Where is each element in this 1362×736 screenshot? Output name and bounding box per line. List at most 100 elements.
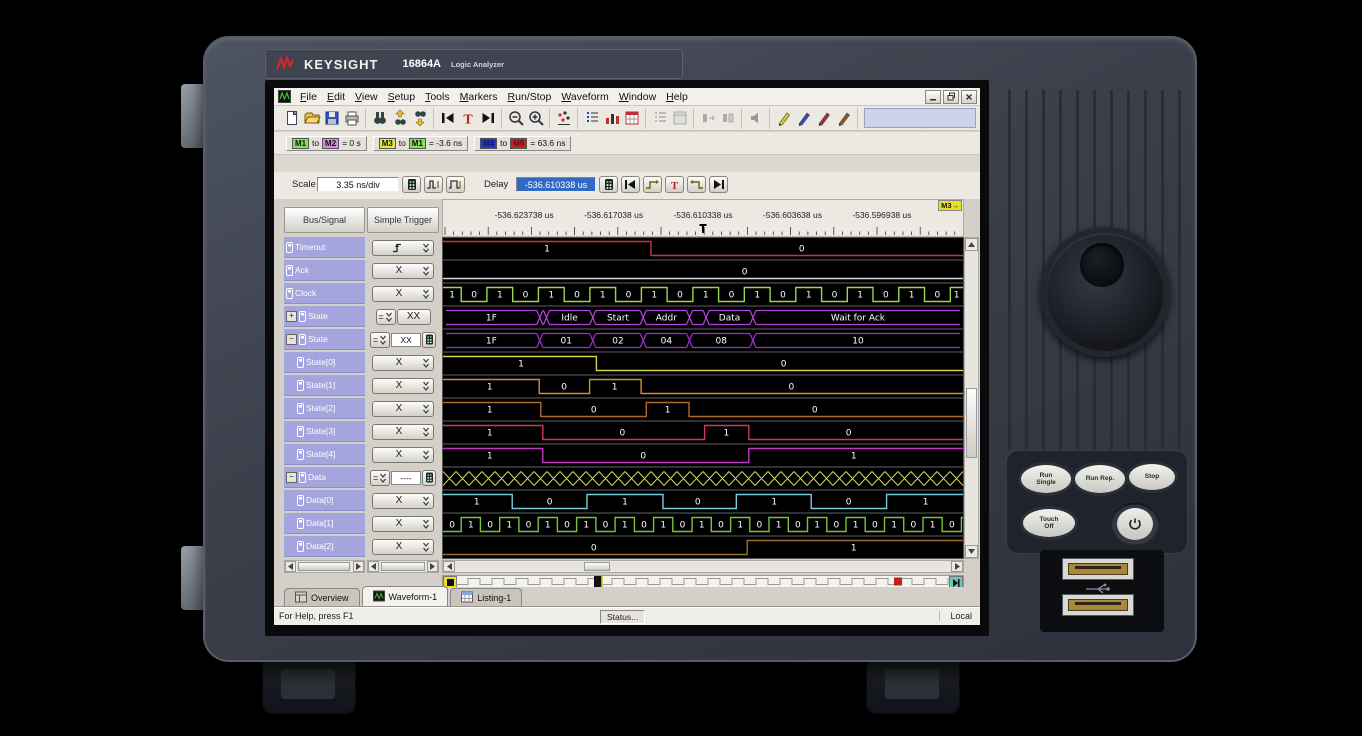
go-to-end-button[interactable]: [709, 176, 728, 193]
signal-row-timeout[interactable]: Timeout: [284, 237, 365, 258]
save-icon[interactable]: [322, 109, 341, 128]
trigger-value-input[interactable]: XX: [391, 333, 421, 347]
signal-row-state4[interactable]: State[4]: [284, 444, 365, 465]
signal-column-scrollbar[interactable]: [284, 560, 365, 573]
scale-zoom-in-button[interactable]: [424, 176, 443, 193]
minimize-button[interactable]: [925, 90, 941, 104]
menu-markers[interactable]: Markers: [455, 90, 503, 104]
scroll-up-button[interactable]: [965, 238, 978, 251]
print-icon[interactable]: [342, 109, 361, 128]
waveform-display[interactable]: 1001010101010101010101011FIdleStartAddrD…: [442, 237, 964, 559]
trigger-any-dropdown[interactable]: X: [372, 424, 434, 440]
find-icon[interactable]: [370, 109, 389, 128]
trigger-any-dropdown[interactable]: X: [372, 539, 434, 555]
menu-setup[interactable]: Setup: [383, 90, 420, 104]
tab-overview[interactable]: Overview: [284, 588, 360, 606]
rotary-knob[interactable]: [1040, 227, 1170, 357]
scale-zoom-out-button[interactable]: [446, 176, 465, 193]
m3-marker-tag[interactable]: M3→: [938, 200, 962, 211]
bus-setup-icon[interactable]: [602, 109, 621, 128]
signal-row-ack[interactable]: Ack: [284, 260, 365, 281]
scatter-icon[interactable]: [554, 109, 573, 128]
signal-row-clock[interactable]: Clock: [284, 283, 365, 304]
menu-edit[interactable]: Edit: [322, 90, 350, 104]
go-end-icon[interactable]: [478, 109, 497, 128]
previous-edge-button[interactable]: [643, 176, 662, 193]
expand-toggle[interactable]: +: [286, 311, 297, 322]
trigger-operator-dropdown[interactable]: =: [370, 470, 390, 486]
signal-row-state1[interactable]: State[1]: [284, 375, 365, 396]
usb-port-bottom[interactable]: [1062, 594, 1134, 616]
trigger-any-dropdown[interactable]: X: [372, 355, 434, 371]
signal-row-state2[interactable]: State[2]: [284, 398, 365, 419]
menu-run-stop[interactable]: Run/Stop: [503, 90, 557, 104]
trigger-any-dropdown[interactable]: X: [372, 516, 434, 532]
power-button[interactable]: [1117, 508, 1153, 540]
usb-port-top[interactable]: [1062, 558, 1134, 580]
trigger-operator-dropdown[interactable]: =: [376, 309, 396, 325]
run-single-button[interactable]: Run Single: [1021, 465, 1071, 493]
close-button[interactable]: [961, 90, 977, 104]
trigger-value-input[interactable]: ----: [391, 471, 421, 485]
go-trigger-icon[interactable]: T: [458, 109, 477, 128]
horizontal-scrollbar[interactable]: [442, 560, 964, 573]
listing-window-icon[interactable]: [622, 109, 641, 128]
menu-file[interactable]: File: [295, 90, 322, 104]
run-repetitive-button[interactable]: Run Rep.: [1075, 465, 1125, 493]
restore-button[interactable]: [943, 90, 959, 104]
delay-input[interactable]: -536.610338 us: [516, 177, 596, 192]
menu-waveform[interactable]: Waveform: [556, 90, 613, 104]
toolbar-entry-field[interactable]: [864, 108, 976, 128]
next-edge-button[interactable]: [687, 176, 706, 193]
marker-readout-2[interactable]: M3toM1= -3.6 ns: [373, 136, 468, 151]
trigger-edge-dropdown[interactable]: [372, 240, 434, 256]
hscroll-thumb[interactable]: [584, 562, 610, 571]
find-up-icon[interactable]: [390, 109, 409, 128]
trigger-value-button[interactable]: XX: [397, 309, 431, 325]
trigger-any-dropdown[interactable]: X: [372, 401, 434, 417]
go-to-trigger-button[interactable]: T: [665, 176, 684, 193]
menu-window[interactable]: Window: [614, 90, 661, 104]
zoom-in-icon[interactable]: [526, 109, 545, 128]
signal-row-state[interactable]: −State: [284, 329, 365, 350]
scale-input[interactable]: 3.35 ns/div: [317, 177, 399, 192]
marker-pen-yellow-icon[interactable]: [774, 109, 793, 128]
marker-pen-brown-icon[interactable]: [834, 109, 853, 128]
scroll-down-button[interactable]: [965, 545, 978, 558]
keypad-icon[interactable]: [422, 470, 436, 486]
go-begin-icon[interactable]: [438, 109, 457, 128]
signal-row-state0[interactable]: State[0]: [284, 352, 365, 373]
trigger-any-dropdown[interactable]: X: [372, 263, 434, 279]
trigger-any-dropdown[interactable]: X: [372, 493, 434, 509]
open-folder-icon[interactable]: [302, 109, 321, 128]
signal-row-data1[interactable]: Data[1]: [284, 513, 365, 534]
menu-view[interactable]: View: [350, 90, 383, 104]
zoom-out-icon[interactable]: [506, 109, 525, 128]
stop-button[interactable]: Stop: [1129, 464, 1175, 490]
signal-row-data[interactable]: −Data: [284, 467, 365, 488]
new-file-icon[interactable]: [282, 109, 301, 128]
tab-waveform-1[interactable]: Waveform-1: [362, 586, 449, 606]
marker-pen-blue-icon[interactable]: [794, 109, 813, 128]
marker-readout-1[interactable]: M1toM2= 0 s: [286, 136, 367, 151]
vertical-scrollbar[interactable]: [964, 237, 979, 559]
expand-toggle[interactable]: −: [286, 472, 297, 483]
simple-trigger-column-header[interactable]: Simple Trigger: [367, 207, 439, 233]
menu-tools[interactable]: Tools: [420, 90, 455, 104]
scale-keypad-button[interactable]: [402, 176, 421, 193]
tab-listing-1[interactable]: Listing-1: [450, 588, 522, 606]
expand-toggle[interactable]: −: [286, 334, 297, 345]
trigger-any-dropdown[interactable]: X: [372, 286, 434, 302]
bus-signal-column-header[interactable]: Bus/Signal: [284, 207, 365, 233]
touch-off-button[interactable]: Touch Off: [1023, 509, 1075, 537]
find-down-icon[interactable]: [410, 109, 429, 128]
trigger-any-dropdown[interactable]: X: [372, 378, 434, 394]
vscroll-thumb[interactable]: [966, 388, 977, 458]
list-setup-icon[interactable]: [582, 109, 601, 128]
scroll-left-button[interactable]: [443, 561, 455, 572]
trigger-operator-dropdown[interactable]: =: [370, 332, 390, 348]
keypad-icon[interactable]: [422, 332, 436, 348]
trigger-any-dropdown[interactable]: X: [372, 447, 434, 463]
marker-readout-3[interactable]: M4toM5= 63.6 ns: [474, 136, 571, 151]
signal-row-data0[interactable]: Data[0]: [284, 490, 365, 511]
